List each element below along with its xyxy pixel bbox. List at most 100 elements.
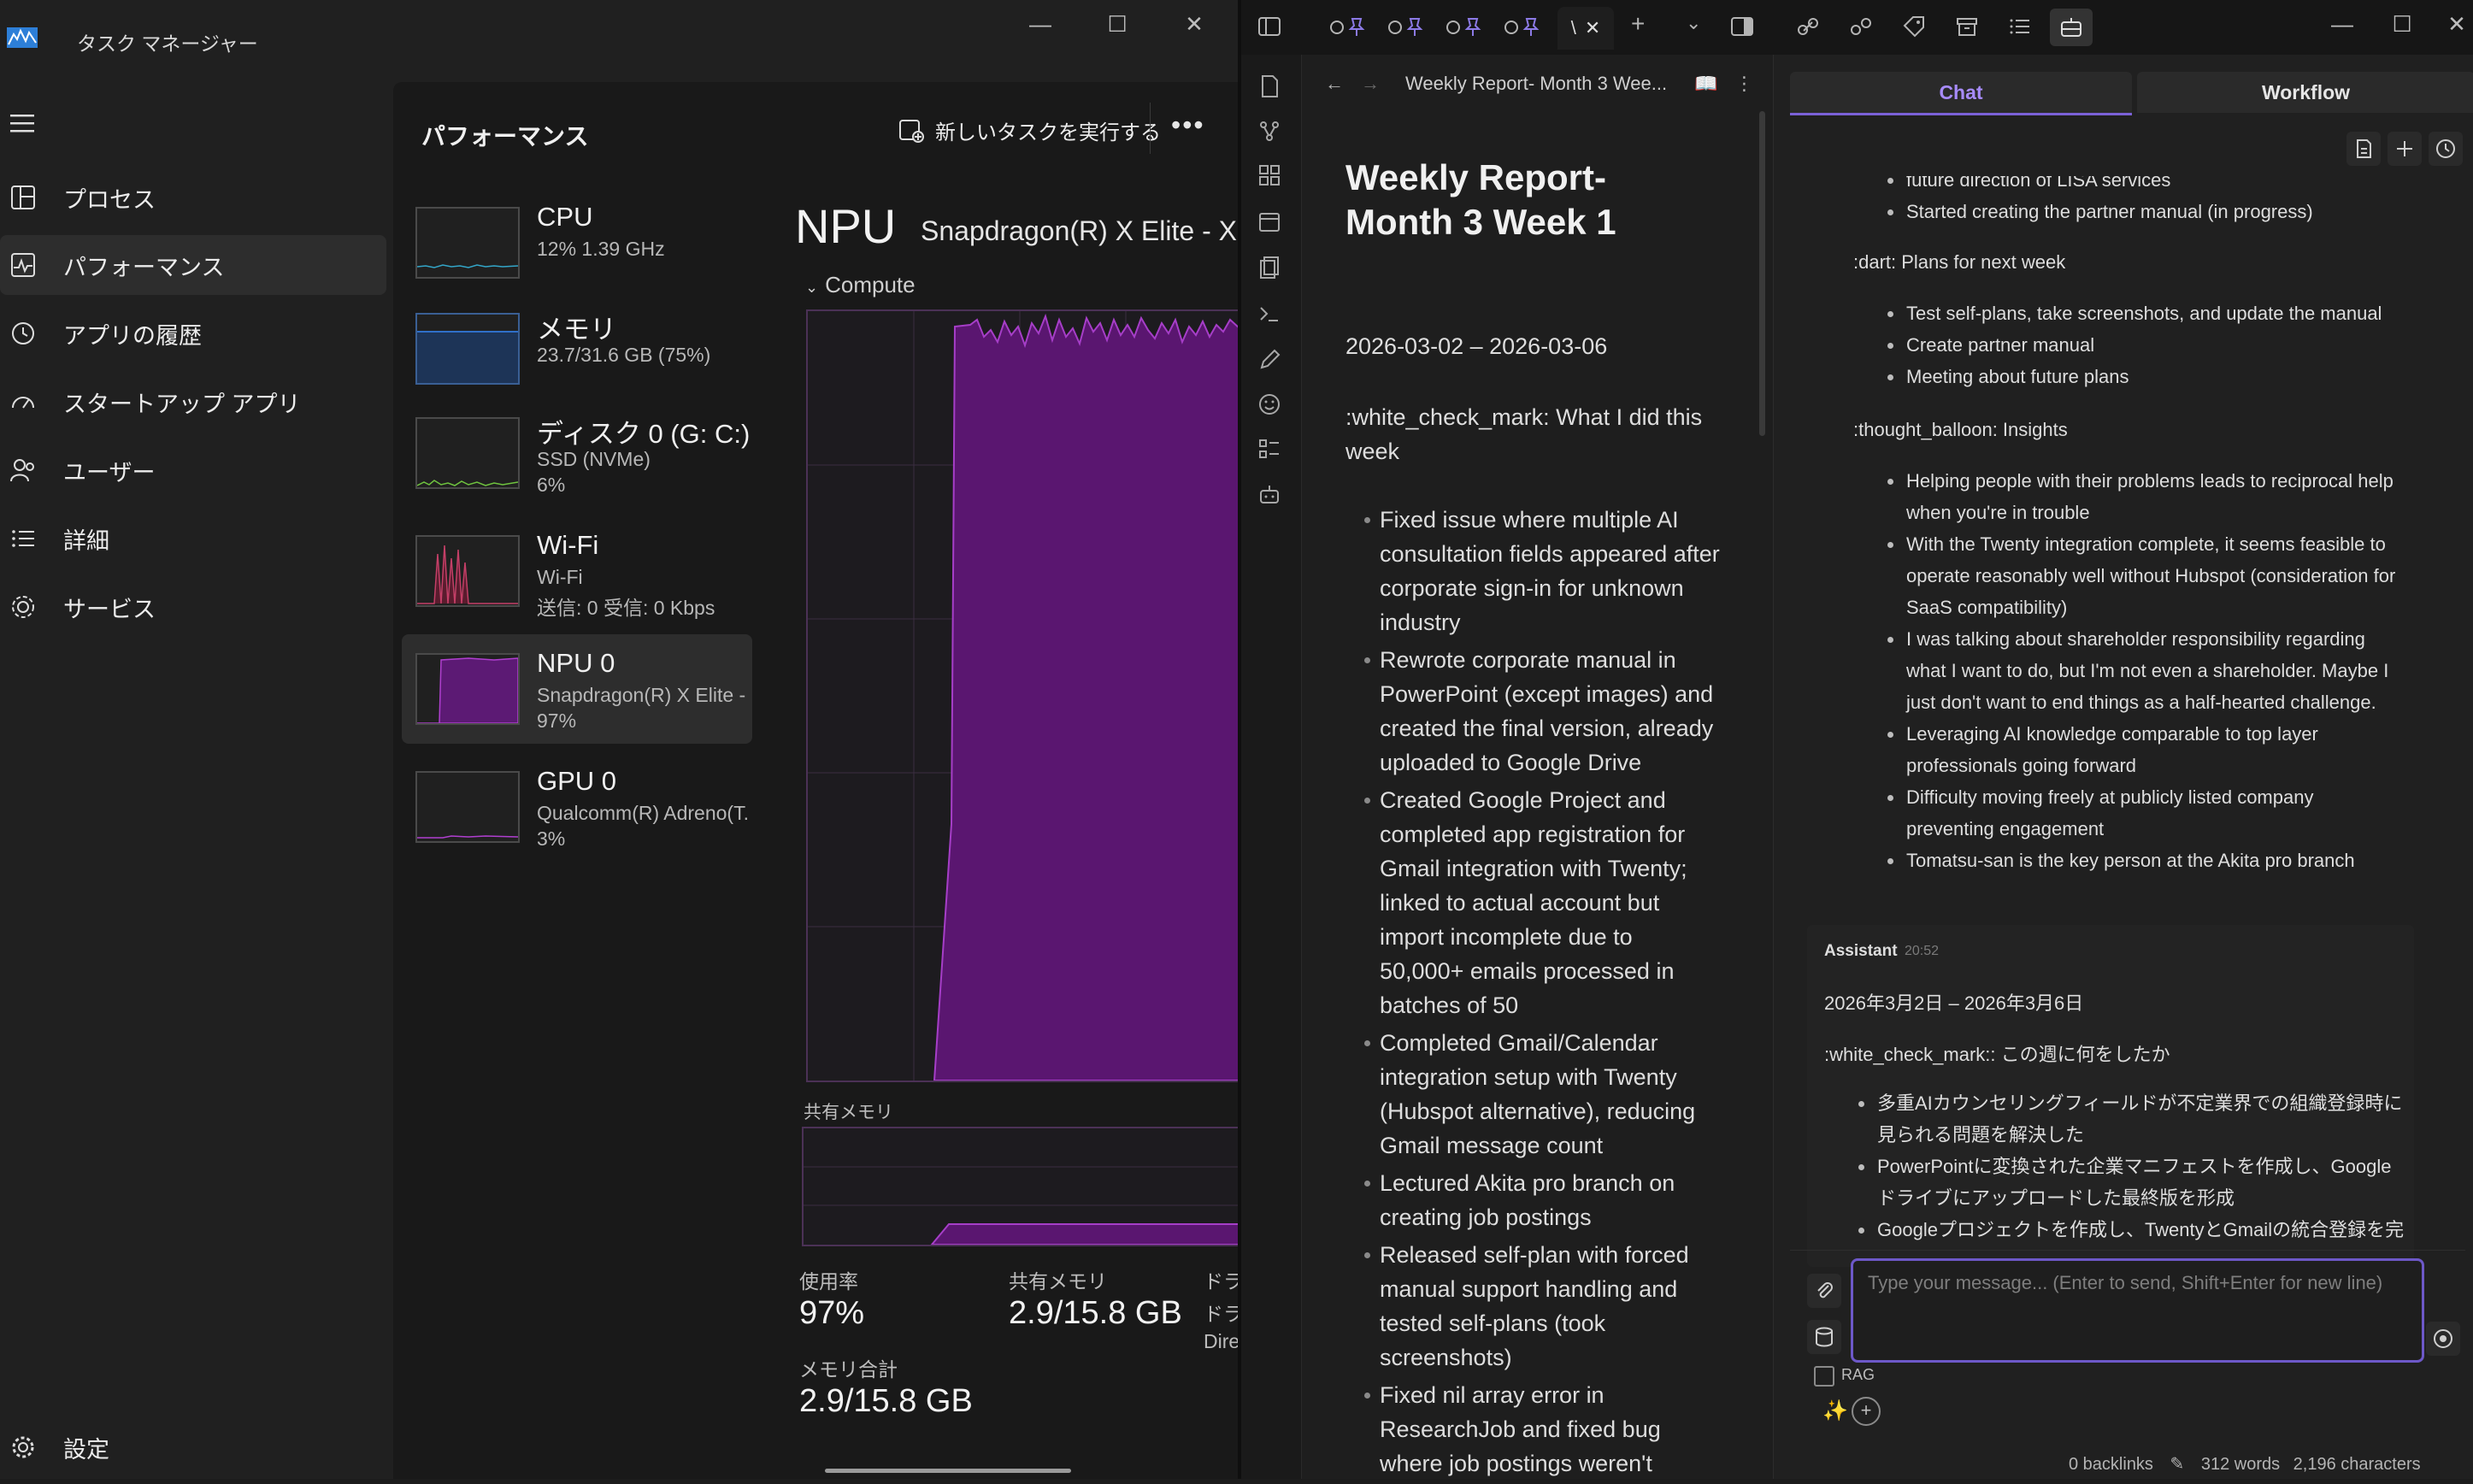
pinned-tab-icon[interactable] [1327, 14, 1368, 39]
database-button[interactable] [1807, 1320, 1841, 1354]
minimize-button[interactable]: — [1020, 9, 1061, 39]
document-icon [2357, 139, 2371, 158]
assistant-heading: :white_check_mark:: この週に何をしたか [1824, 1044, 2170, 1065]
add-context-button[interactable]: + [1852, 1397, 1881, 1426]
new-tab-icon[interactable]: + [1631, 10, 1657, 37]
sidebar-toggle-icon[interactable] [1257, 14, 1282, 39]
resource-detail-2: 97% [537, 710, 577, 732]
resource-detail: SSD (NVMe) [537, 448, 651, 470]
resource-item-gpu[interactable]: GPU 0 Qualcomm(R) Adreno(T. 3% [402, 752, 752, 862]
run-new-task-button[interactable]: 新しいタスクを実行する [898, 113, 1161, 147]
obsidian-minimize-button[interactable]: — [2322, 9, 2363, 39]
tab-chat[interactable]: Chat [1790, 72, 2132, 115]
compute-dropdown[interactable]: ⌄ Compute [805, 272, 916, 298]
note-title: Weekly Report- Month 3 Week 1 [1345, 157, 1616, 242]
usage-label: 使用率 [799, 1270, 858, 1293]
obsidian-maximize-button[interactable]: ☐ [2382, 9, 2423, 39]
chat-list: future direction of LISA services Starte… [1853, 176, 2465, 227]
tab-list-chevron-icon[interactable]: ⌄ [1686, 12, 1711, 38]
note-section-heading: :white_check_mark: What I did this week [1345, 404, 1703, 464]
rag-checkbox[interactable] [1814, 1366, 1834, 1387]
smiley-icon[interactable] [1257, 392, 1282, 417]
nav-item-services[interactable]: サービス [0, 577, 386, 637]
hamburger-menu-icon[interactable] [9, 111, 36, 137]
active-tab[interactable]: \ ✕ [1557, 7, 1614, 50]
new-chat-button[interactable] [2388, 132, 2422, 166]
templates-icon[interactable] [1257, 255, 1282, 280]
backlinks-count[interactable]: 0 backlinks [2069, 1455, 2153, 1474]
calendar-icon[interactable] [1257, 209, 1282, 234]
active-tab-label: \ [1570, 17, 1576, 38]
pinned-tab-icon[interactable] [1385, 14, 1426, 39]
horizontal-scrollbar[interactable] [825, 1469, 1071, 1473]
close-tab-icon[interactable]: ✕ [1585, 17, 1600, 39]
pinned-tab-icon[interactable] [1501, 14, 1542, 39]
robot-icon[interactable] [1257, 482, 1282, 508]
shared-memory-label: 共有メモリ [1009, 1270, 1107, 1293]
detail-title: NPU [795, 199, 897, 253]
nav-item-label: アプリの履歴 [63, 322, 202, 349]
assistant-list: 多重AIカウンセリングフィールドが不定業界での組織登録時に見られる問題を解決した… [1824, 1087, 2405, 1246]
pen-icon[interactable] [1257, 347, 1282, 373]
tab-workflow[interactable]: Workflow [2137, 72, 2473, 113]
memory-thumbnail-graph [415, 313, 520, 385]
note-bullet-list: Fixed issue where multiple AI consultati… [1345, 503, 1722, 1484]
input-divider [1790, 1250, 2465, 1251]
resource-item-cpu[interactable]: CPU 12% 1.39 GHz [402, 188, 752, 297]
resource-name: CPU [537, 202, 593, 232]
editor-scrollbar[interactable] [1759, 111, 1765, 436]
resource-item-wifi[interactable]: Wi-Fi Wi-Fi 送信: 0 受信: 0 Kbps [402, 516, 752, 626]
obsidian-close-button[interactable]: ✕ [2436, 9, 2473, 39]
nav-item-settings[interactable]: 設定 [0, 1417, 386, 1477]
close-button[interactable]: ✕ [1174, 9, 1215, 39]
forward-arrow-icon[interactable]: → [1361, 73, 1380, 95]
list-item: Googleプロジェクトを作成し、TwentyとGmailの統合登録を完了 [1824, 1214, 2405, 1246]
sparkle-icon[interactable]: ✨ [1822, 1399, 1848, 1423]
status-bar: 0 backlinks ✎ 312 words 2,196 characters [2069, 1453, 2421, 1475]
file-icon[interactable] [1257, 74, 1282, 99]
outline-list-icon[interactable] [2007, 14, 2033, 39]
pinned-tab-icon[interactable] [1443, 14, 1484, 39]
bot-plugin-button[interactable] [2050, 9, 2093, 46]
terminal-icon[interactable] [1257, 301, 1282, 327]
task-manager-logo-icon [7, 27, 38, 48]
send-button[interactable] [2426, 1322, 2460, 1356]
right-sidebar-toggle-icon[interactable] [1729, 14, 1755, 39]
link-plugin-icon[interactable] [1795, 14, 1821, 39]
tag-icon[interactable] [1901, 14, 1927, 39]
link-edit-icon[interactable] [1848, 14, 1874, 39]
canvas-icon[interactable] [1257, 162, 1282, 188]
back-arrow-icon[interactable]: ← [1325, 73, 1344, 95]
rag-label: RAG [1841, 1366, 1875, 1383]
list-item: Difficulty moving freely at publicly lis… [1853, 781, 2400, 845]
resource-item-disk[interactable]: ディスク 0 (G: C:) SSD (NVMe) 6% [402, 398, 752, 508]
nav-item-startup-apps[interactable]: スタートアップ アプリ [0, 372, 386, 432]
chat-input-placeholder: Type your message... (Enter to send, Shi… [1868, 1272, 2383, 1293]
graph-view-icon[interactable] [1257, 118, 1282, 144]
assistant-date: 2026年3月2日 – 2026年3月6日 [1824, 992, 2084, 1014]
nav-item-app-history[interactable]: アプリの履歴 [0, 303, 386, 363]
checklist-icon[interactable] [1257, 436, 1282, 462]
more-options-icon[interactable]: ⋮ [1735, 73, 1754, 95]
list-item: Completed Gmail/Calendar integration set… [1345, 1026, 1722, 1163]
nav-item-users[interactable]: ユーザー [0, 440, 386, 500]
resource-item-memory[interactable]: メモリ 23.7/31.6 GB (75%) [402, 294, 752, 403]
shared-memory-graph [802, 1127, 1241, 1246]
task-manager-titlebar: タスク マネージャー — ☐ ✕ [0, 0, 1238, 82]
resource-name: GPU 0 [537, 766, 617, 796]
resource-item-npu[interactable]: NPU 0 Snapdragon(R) X Elite - 97% [402, 634, 752, 744]
plus-icon [2397, 141, 2412, 156]
attach-button[interactable] [1807, 1274, 1841, 1308]
archive-icon[interactable] [1954, 14, 1980, 39]
gear-icon [12, 1436, 34, 1458]
maximize-button[interactable]: ☐ [1097, 9, 1138, 39]
nav-item-details[interactable]: 詳細 [0, 509, 386, 568]
nav-item-processes[interactable]: プロセス [0, 168, 386, 227]
note-button[interactable] [2346, 132, 2381, 166]
reading-mode-icon[interactable]: 📖 [1694, 73, 1717, 95]
pencil-icon[interactable]: ✎ [2170, 1455, 2185, 1474]
nav-item-performance[interactable]: パフォーマンス [0, 235, 386, 295]
history-button[interactable] [2429, 132, 2463, 166]
more-options-button[interactable]: ••• [1171, 109, 1205, 141]
grid-icon [11, 186, 35, 209]
